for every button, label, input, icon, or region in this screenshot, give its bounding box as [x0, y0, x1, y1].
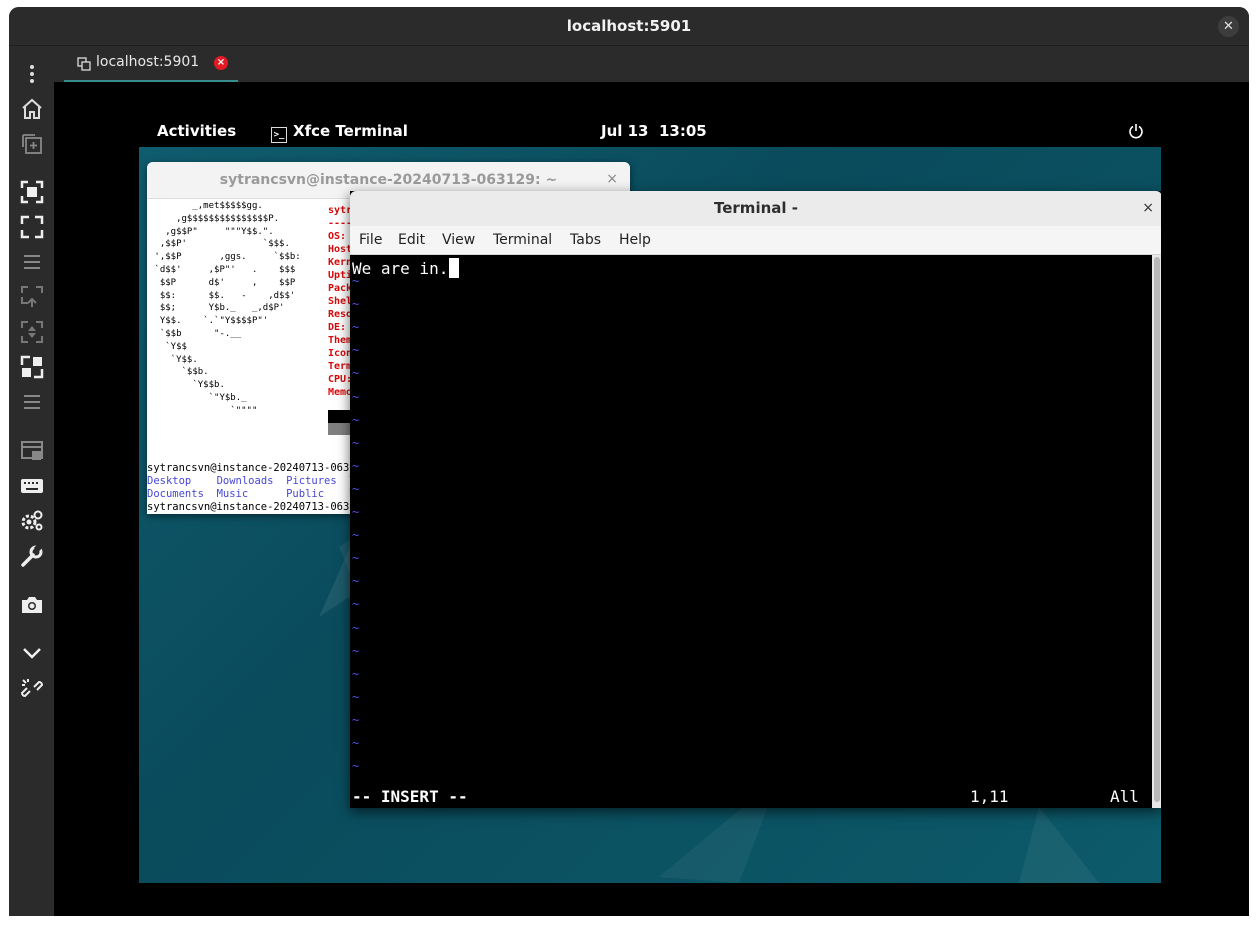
- desktop-background[interactable]: sytrancsvn@instance-20240713-063129: ~ ×…: [139, 147, 1161, 883]
- power-icon[interactable]: [1128, 123, 1144, 139]
- tilde-line: ~: [352, 528, 360, 543]
- bg-window-close-button[interactable]: ×: [606, 171, 618, 187]
- tilde-line: ~: [352, 435, 360, 450]
- tab-close-button[interactable]: ×: [214, 56, 228, 70]
- sidebar: [9, 46, 54, 916]
- terminal-window[interactable]: Terminal - × File Edit View Terminal Tab…: [350, 191, 1161, 808]
- activities-button[interactable]: Activities: [157, 122, 236, 140]
- home-icon[interactable]: [19, 96, 45, 122]
- keyboard-icon[interactable]: [19, 473, 45, 499]
- terminal-screen[interactable]: We are in. ~ ~ ~ ~ ~ ~ ~ ~ ~ ~ ~ ~ ~ ~ ~ ~ ~ ~ ~ ~ ~ ~ -- INS…: [350, 255, 1152, 808]
- neofetch-info-labels: sytr ---- OS: Host Kern Upti Pack Shel R…: [328, 205, 350, 398]
- app-menu[interactable]: >_ Xfce Terminal: [271, 122, 408, 143]
- tilde-line: ~: [352, 643, 360, 658]
- tilde-line: ~: [352, 689, 360, 704]
- tilde-line: ~: [352, 712, 360, 727]
- vim-mode: -- INSERT --: [352, 787, 468, 806]
- new-connection-icon[interactable]: [19, 131, 45, 157]
- chevron-down-icon[interactable]: [19, 640, 45, 666]
- bg-terminal-output: sytrancsvn@instance-20240713-063129 Desk…: [147, 462, 350, 514]
- editor-line-1: We are in.: [352, 258, 460, 278]
- menu-view[interactable]: View: [442, 232, 475, 248]
- tilde-line: ~: [352, 759, 360, 774]
- menu-tabs[interactable]: Tabs: [570, 232, 601, 248]
- tab-bar: localhost:5901 ×: [54, 46, 1249, 82]
- prompt-line-2: sytrancsvn@instance-20240713-063129: [147, 501, 350, 513]
- cursor-position: 1,11: [970, 787, 1009, 806]
- tilde-line: ~: [352, 458, 360, 473]
- fullscreen-icon[interactable]: [19, 214, 45, 240]
- more-vert-icon[interactable]: [19, 61, 45, 87]
- text-cursor: [449, 258, 460, 278]
- tilde-line: ~: [352, 366, 360, 381]
- dynamic-resolution-icon[interactable]: [19, 354, 45, 380]
- app-menu-label: Xfce Terminal: [293, 122, 408, 140]
- tilde-line: ~: [352, 551, 360, 566]
- clock[interactable]: Jul 13 13:05: [601, 122, 707, 140]
- tilde-line: ~: [352, 481, 360, 496]
- tools-icon[interactable]: [19, 543, 45, 569]
- remote-viewer-window: localhost:5901 ✕ localhost:5901 × Activi…: [9, 7, 1249, 916]
- tilde-line: ~: [352, 389, 360, 404]
- menu-file[interactable]: File: [359, 232, 382, 248]
- scrollbar-thumb[interactable]: [1154, 257, 1160, 802]
- tilde-line: ~: [352, 620, 360, 635]
- disconnect-icon[interactable]: [19, 676, 45, 702]
- tilde-line: ~: [352, 412, 360, 427]
- tilde-line: ~: [352, 274, 360, 288]
- tilde-line: ~: [352, 343, 360, 358]
- terminal-close-button[interactable]: ×: [1142, 200, 1154, 216]
- display-icon[interactable]: [19, 438, 45, 464]
- tab-label: localhost:5901: [96, 54, 200, 70]
- neofetch-logo: _,met$$$$$gg. ,g$$$$$$$$$$$$$$$P. ,g$$P"…: [149, 201, 301, 416]
- tilde-line: ~: [352, 574, 360, 589]
- resize-icon[interactable]: [19, 319, 45, 345]
- terminal-scrollbar[interactable]: [1152, 255, 1161, 808]
- color-swatch-gray: [328, 423, 350, 435]
- window-close-button[interactable]: ✕: [1218, 16, 1239, 37]
- color-swatch-black: [328, 410, 350, 423]
- menu-terminal[interactable]: Terminal: [493, 232, 552, 248]
- list-icon[interactable]: [19, 389, 45, 415]
- terminal-icon: >_: [271, 127, 287, 143]
- window-title: localhost:5901: [566, 17, 692, 35]
- fit-window-icon[interactable]: [19, 179, 45, 205]
- tilde-line: ~: [352, 597, 360, 612]
- screenshot-icon[interactable]: [19, 592, 45, 618]
- tilde-line: ~: [352, 320, 360, 335]
- window-titlebar: localhost:5901 ✕: [9, 7, 1249, 46]
- settings-icon[interactable]: [19, 508, 45, 534]
- menu-icon[interactable]: [19, 249, 45, 275]
- menu-help[interactable]: Help: [619, 232, 651, 248]
- tilde-line: ~: [352, 666, 360, 681]
- scale-icon[interactable]: [19, 284, 45, 310]
- prompt-line-1: sytrancsvn@instance-20240713-063129: [147, 462, 350, 474]
- tilde-line: ~: [352, 736, 360, 750]
- remote-desktop[interactable]: Activities >_ Xfce Terminal Jul 13 13:05 …: [139, 115, 1161, 883]
- connection-tab-icon: [77, 57, 91, 71]
- tilde-line: ~: [352, 297, 360, 312]
- scroll-position: All: [1110, 787, 1139, 806]
- terminal-menubar: File Edit View Terminal Tabs Help: [350, 226, 1161, 255]
- tilde-line: ~: [352, 505, 360, 519]
- gnome-top-bar: Activities >_ Xfce Terminal Jul 13 13:05: [139, 115, 1161, 147]
- menu-edit[interactable]: Edit: [398, 232, 425, 248]
- tab-localhost[interactable]: localhost:5901 ×: [64, 46, 238, 82]
- terminal-title: Terminal -: [350, 191, 1161, 226]
